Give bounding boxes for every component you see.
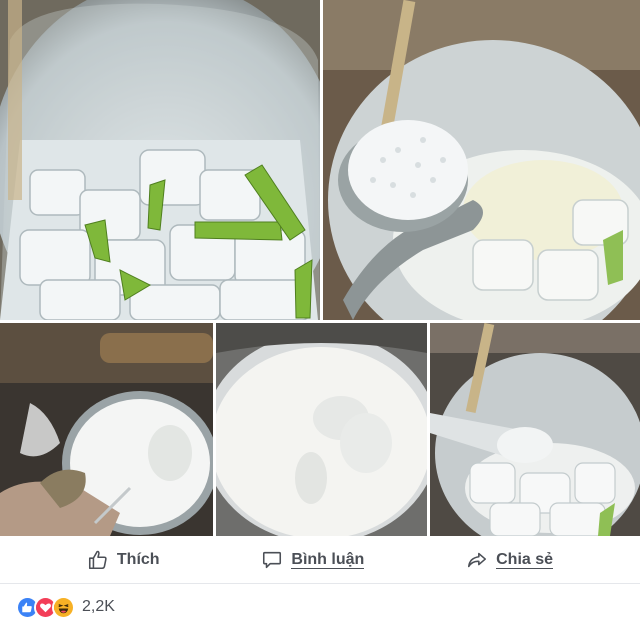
photo-sugar-spoon[interactable]: [323, 0, 640, 320]
post-photo-grid: [0, 0, 640, 536]
haha-icon: [52, 595, 75, 619]
photo-ice-and-gourd[interactable]: [0, 0, 320, 320]
comment-icon: [263, 551, 282, 568]
reaction-icons: [16, 595, 75, 619]
thumbs-up-icon: [88, 550, 107, 569]
share-label: Chia sẻ: [496, 550, 554, 569]
photo-spoon-glass[interactable]: [430, 323, 640, 536]
like-label: Thích: [116, 551, 160, 568]
like-button[interactable]: Thích: [87, 549, 160, 571]
comment-button[interactable]: Bình luận: [261, 549, 365, 571]
photo-coconut-tub[interactable]: [0, 323, 213, 536]
reaction-count: 2,2K: [82, 598, 115, 615]
post-action-bar: Thích Bình luận Chia sẻ: [0, 536, 640, 584]
photo-coconut-closeup[interactable]: [216, 323, 427, 536]
comment-label: Bình luận: [291, 550, 365, 569]
share-button[interactable]: Chia sẻ: [466, 549, 554, 571]
share-icon: [468, 552, 487, 567]
reactions-summary[interactable]: 2,2K: [0, 585, 640, 629]
